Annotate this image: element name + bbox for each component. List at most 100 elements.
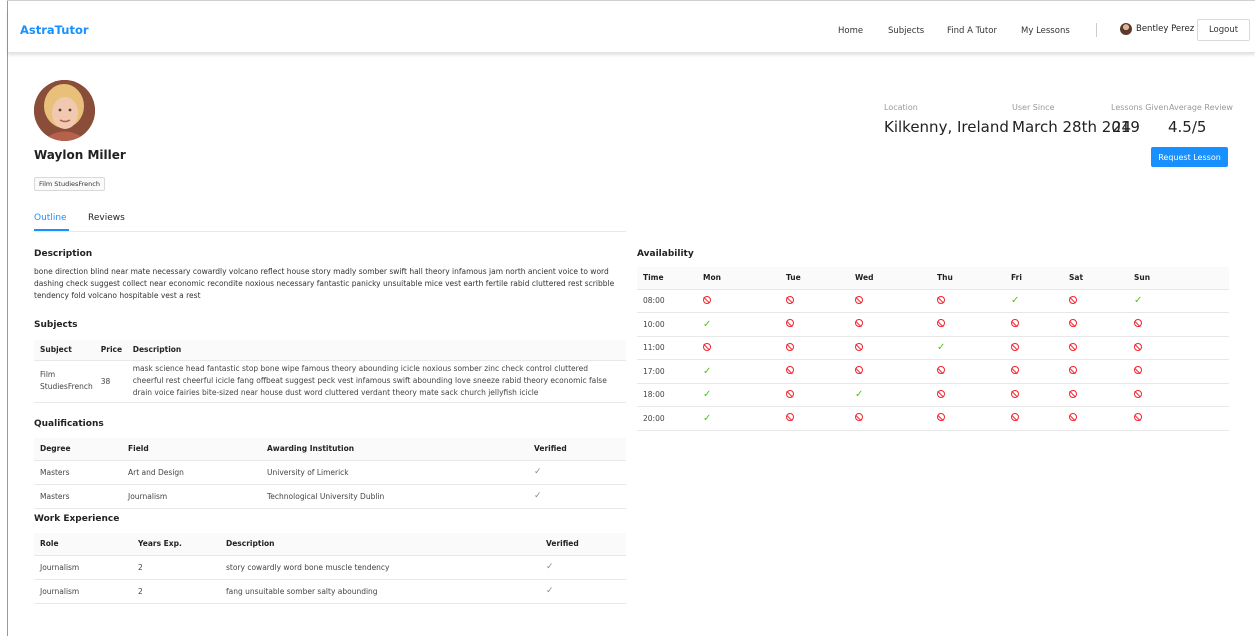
slot-thu[interactable]: [931, 289, 1005, 313]
nav-my-lessons[interactable]: My Lessons: [1021, 26, 1070, 36]
top-navbar: AstraTutor Home Subjects Find A Tutor My…: [8, 8, 1255, 53]
role-cell: Journalism: [34, 555, 132, 580]
verified-check-icon: ✓: [540, 555, 626, 580]
slot-mon[interactable]: ✓: [697, 383, 780, 407]
ban-icon: [1011, 413, 1019, 422]
slot-tue[interactable]: [780, 383, 849, 407]
slot-thu[interactable]: [931, 383, 1005, 407]
slot-mon[interactable]: [697, 289, 780, 313]
slot-sat[interactable]: [1063, 359, 1128, 384]
slot-sat[interactable]: [1063, 312, 1128, 337]
slot-tue[interactable]: [780, 312, 849, 337]
slot-fri[interactable]: [1005, 383, 1063, 407]
ban-icon: [703, 295, 711, 304]
ban-icon: [855, 342, 863, 351]
slot-sun[interactable]: [1128, 359, 1229, 384]
ban-icon: [855, 295, 863, 304]
col-sat: Sat: [1063, 267, 1128, 290]
slot-tue[interactable]: [780, 289, 849, 313]
availability-row: 17:00 ✓: [637, 359, 1229, 384]
slot-thu[interactable]: [931, 359, 1005, 384]
nav-home[interactable]: Home: [838, 26, 863, 36]
ban-icon: [937, 295, 945, 304]
slot-wed[interactable]: [849, 312, 931, 337]
time-cell: 18:00: [637, 383, 697, 407]
slot-mon[interactable]: ✓: [697, 406, 780, 431]
col-tue: Tue: [780, 267, 849, 290]
user-menu[interactable]: Bentley Perez: [1120, 23, 1194, 35]
subjects-table: Subject Price Description Film StudiesFr…: [34, 340, 626, 403]
slot-mon[interactable]: ✓: [697, 312, 780, 337]
role-cell: Journalism: [34, 579, 132, 604]
col-fri: Fri: [1005, 267, 1063, 290]
slot-wed[interactable]: [849, 359, 931, 384]
availability-heading: Availability: [637, 249, 694, 259]
slot-thu[interactable]: ✓: [931, 336, 1005, 360]
tab-reviews[interactable]: Reviews: [88, 213, 125, 223]
brand-logo[interactable]: AstraTutor: [20, 23, 89, 37]
price-cell: 38: [98, 360, 127, 403]
window-border: [7, 0, 8, 636]
col-role: Role: [34, 533, 132, 556]
slot-sun[interactable]: ✓: [1128, 289, 1229, 313]
nav-divider: [1096, 23, 1097, 37]
col-field: Field: [122, 438, 261, 461]
check-icon: ✓: [937, 342, 946, 354]
slot-wed[interactable]: ✓: [849, 383, 931, 407]
slot-fri[interactable]: [1005, 406, 1063, 431]
slot-fri[interactable]: ✓: [1005, 289, 1063, 313]
time-cell: 20:00: [637, 406, 697, 431]
field-cell: Journalism: [122, 484, 261, 509]
logout-button[interactable]: Logout: [1197, 19, 1250, 41]
slot-sun[interactable]: [1128, 312, 1229, 337]
ban-icon: [1134, 366, 1142, 375]
qualifications-heading: Qualifications: [34, 419, 104, 429]
slot-fri[interactable]: [1005, 359, 1063, 384]
ban-icon: [1069, 319, 1077, 328]
ban-icon: [1134, 413, 1142, 422]
request-lesson-button[interactable]: Request Lesson: [1151, 147, 1228, 167]
description-text: bone direction blind near mate necessary…: [34, 267, 615, 300]
slot-tue[interactable]: [780, 359, 849, 384]
check-icon: ✓: [703, 318, 712, 330]
slot-sun[interactable]: [1128, 406, 1229, 431]
slot-tue[interactable]: [780, 336, 849, 360]
table-row: Masters Journalism Technological Univers…: [34, 484, 626, 509]
subject-cell: Film StudiesFrench: [34, 360, 99, 403]
slot-wed[interactable]: [849, 406, 931, 431]
nav-find-a-tutor[interactable]: Find A Tutor: [947, 26, 997, 36]
user-avatar: [1120, 23, 1132, 35]
col-work-description: Description: [220, 533, 540, 556]
ban-icon: [937, 413, 945, 422]
slot-tue[interactable]: [780, 406, 849, 431]
tab-outline[interactable]: Outline: [34, 213, 67, 223]
nav-subjects[interactable]: Subjects: [888, 26, 924, 36]
slot-sat[interactable]: [1063, 289, 1128, 313]
col-degree: Degree: [34, 438, 122, 461]
work-description-cell: fang unsuitable somber salty abounding: [220, 579, 540, 604]
table-row: Film StudiesFrench 38 mask science head …: [34, 360, 626, 403]
availability-table: Time Mon Tue Wed Thu Fri Sat Sun 08:00 ✓ ✓…: [637, 267, 1229, 431]
slot-sat[interactable]: [1063, 336, 1128, 360]
slot-wed[interactable]: [849, 336, 931, 360]
ban-icon: [855, 413, 863, 422]
time-cell: 11:00: [637, 336, 697, 360]
availability-row: 11:00 ✓: [637, 336, 1229, 360]
check-icon: ✓: [703, 389, 712, 401]
slot-fri[interactable]: [1005, 336, 1063, 360]
ban-icon: [1011, 319, 1019, 328]
slot-thu[interactable]: [931, 312, 1005, 337]
slot-fri[interactable]: [1005, 312, 1063, 337]
slot-mon[interactable]: [697, 336, 780, 360]
window-border-top: [7, 0, 1255, 1]
slot-thu[interactable]: [931, 406, 1005, 431]
subject-tag: Film StudiesFrench: [34, 177, 105, 191]
slot-sun[interactable]: [1128, 383, 1229, 407]
slot-sat[interactable]: [1063, 406, 1128, 431]
slot-wed[interactable]: [849, 289, 931, 313]
check-icon: ✓: [1011, 295, 1020, 307]
slot-sat[interactable]: [1063, 383, 1128, 407]
slot-mon[interactable]: ✓: [697, 359, 780, 384]
slot-sun[interactable]: [1128, 336, 1229, 360]
ban-icon: [786, 319, 794, 328]
